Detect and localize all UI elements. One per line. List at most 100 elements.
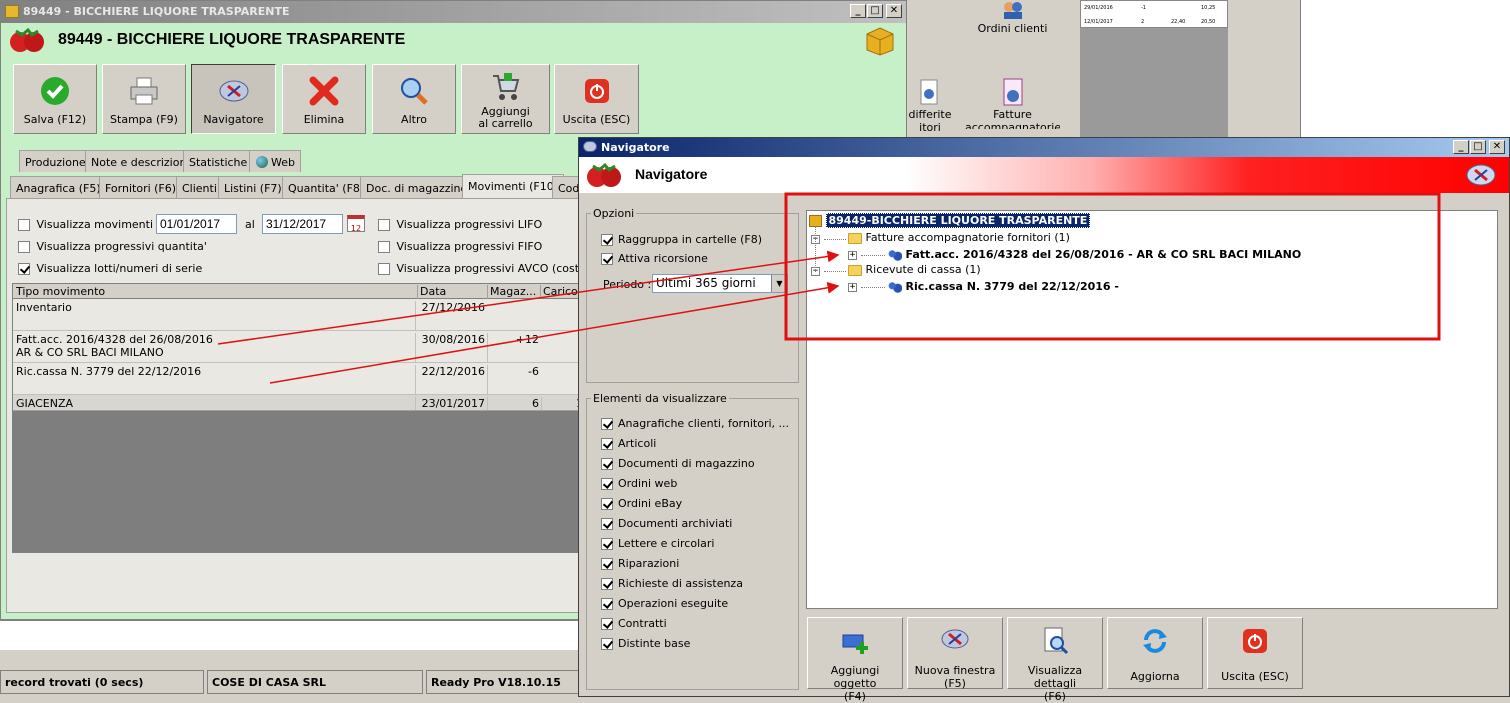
progressive-qty-checkbox[interactable] bbox=[18, 241, 30, 253]
fifo-checkbox[interactable] bbox=[378, 241, 390, 253]
add-object-button[interactable]: Aggiungi oggetto (F4) bbox=[807, 617, 903, 703]
element-checkbox[interactable] bbox=[601, 558, 613, 570]
date-to-input[interactable]: 31/12/2017 bbox=[262, 214, 343, 234]
print-button[interactable]: Stampa (F9) bbox=[102, 64, 186, 134]
navigator-minimize-button[interactable]: _ bbox=[1453, 140, 1469, 154]
navigator-maximize-button[interactable]: □ bbox=[1470, 140, 1486, 154]
navigator-button[interactable]: Navigatore bbox=[191, 64, 276, 134]
fifo-option[interactable]: Visualizza progressivi FIFO bbox=[378, 240, 542, 253]
group-folders-checkbox[interactable] bbox=[601, 234, 613, 246]
save-button[interactable]: Salva (F12) bbox=[13, 64, 97, 134]
element-option[interactable]: Anagrafiche clienti, fornitori, ... bbox=[601, 417, 789, 430]
header-tipo-movimento[interactable]: Tipo movimento bbox=[16, 285, 105, 298]
navigator-exit-button[interactable]: Uscita (ESC) bbox=[1207, 617, 1303, 689]
header-magazzino[interactable]: Magaz... bbox=[487, 285, 536, 299]
tab-movimenti[interactable]: Movimenti (F10) bbox=[462, 174, 565, 198]
differite-shortcut[interactable]: differite itori bbox=[905, 78, 955, 134]
other-button[interactable]: Altro bbox=[372, 64, 456, 134]
tab-note-descrizioni[interactable]: Note e descrizioni bbox=[85, 150, 196, 172]
fatture-shortcut[interactable]: Fatture accompagnatorie bbox=[965, 78, 1060, 129]
tree-folder-node[interactable]: − bbox=[811, 232, 846, 245]
printer-icon bbox=[130, 77, 158, 105]
close-button[interactable]: ✕ bbox=[886, 4, 902, 18]
element-checkbox[interactable] bbox=[601, 418, 613, 430]
tab-web[interactable]: Web bbox=[249, 150, 301, 172]
refresh-button[interactable]: Aggiorna bbox=[1107, 617, 1203, 689]
element-option[interactable]: Documenti archiviati bbox=[601, 517, 732, 530]
tab-fornitori[interactable]: Fornitori (F6) bbox=[99, 176, 183, 198]
element-option[interactable]: Documenti di magazzino bbox=[601, 457, 755, 470]
tree-item-node[interactable]: + Fatt.acc. 2016/4328 del 26/08/2016 - A… bbox=[848, 248, 1301, 261]
element-option[interactable]: Operazioni eseguite bbox=[601, 597, 728, 610]
globe-icon bbox=[256, 156, 268, 168]
table-row[interactable]: Ric.cassa N. 3779 del 22/12/2016 22/12/2… bbox=[13, 363, 583, 395]
table-row[interactable]: Inventario 27/12/2016 bbox=[13, 299, 583, 331]
element-checkbox[interactable] bbox=[601, 598, 613, 610]
new-window-button[interactable]: Nuova finestra (F5) bbox=[907, 617, 1003, 690]
table-row-total[interactable]: GIACENZA 23/01/2017 6 1 bbox=[13, 395, 583, 411]
tree-folder-ricevute[interactable]: Ricevute di cassa (1) bbox=[848, 263, 981, 276]
tree-folder-node[interactable]: − bbox=[811, 264, 846, 277]
avco-option[interactable]: Visualizza progressivi AVCO (costo me bbox=[378, 262, 578, 275]
expand-icon[interactable]: + bbox=[848, 250, 857, 260]
element-checkbox[interactable] bbox=[601, 618, 613, 630]
element-option[interactable]: Distinte base bbox=[601, 637, 690, 650]
tab-clienti[interactable]: Clienti bbox=[176, 176, 223, 198]
period-select[interactable]: Ultimi 365 giorni ▼ bbox=[652, 274, 788, 293]
progressive-qty-option[interactable]: Visualizza progressivi quantita' bbox=[18, 240, 207, 253]
view-details-label: Visualizza dettagli bbox=[1027, 664, 1083, 690]
header-data[interactable]: Data bbox=[417, 285, 446, 299]
view-details-button[interactable]: Visualizza dettagli (F6) bbox=[1007, 617, 1103, 703]
print-button-label: Stampa (F9) bbox=[110, 113, 178, 126]
lots-option[interactable]: Visualizza lotti/numeri di serie bbox=[18, 262, 202, 275]
tab-anagrafica[interactable]: Anagrafica (F5) bbox=[10, 176, 107, 198]
maximize-button[interactable]: □ bbox=[867, 4, 883, 18]
tree-root-node[interactable]: 89449-BICCHIERE LIQUORE TRASPARENTE bbox=[809, 213, 1091, 228]
minimize-button[interactable]: _ bbox=[850, 4, 866, 18]
element-option[interactable]: Articoli bbox=[601, 437, 656, 450]
lifo-checkbox[interactable] bbox=[378, 219, 390, 231]
tab-listini[interactable]: Listini (F7) bbox=[218, 176, 288, 198]
group-folders-option[interactable]: Raggruppa in cartelle (F8) bbox=[601, 233, 762, 246]
element-option[interactable]: Ordini eBay bbox=[601, 497, 682, 510]
exit-button[interactable]: Uscita (ESC) bbox=[554, 64, 639, 134]
tab-doc-magazzino[interactable]: Doc. di magazzino bbox=[360, 176, 474, 198]
tree-folder-fatture[interactable]: Fatture accompagnatorie fornitori (1) bbox=[848, 231, 1070, 244]
show-movements-checkbox[interactable] bbox=[18, 219, 30, 231]
lifo-option[interactable]: Visualizza progressivi LIFO bbox=[378, 218, 542, 231]
navigator-close-button[interactable]: ✕ bbox=[1489, 140, 1505, 154]
calendar-icon[interactable]: 12 bbox=[347, 215, 365, 233]
chevron-down-icon[interactable]: ▼ bbox=[771, 275, 787, 292]
element-option[interactable]: Riparazioni bbox=[601, 557, 679, 570]
element-checkbox[interactable] bbox=[601, 458, 613, 470]
element-checkbox[interactable] bbox=[601, 498, 613, 510]
element-checkbox[interactable] bbox=[601, 518, 613, 530]
element-checkbox[interactable] bbox=[601, 638, 613, 650]
element-checkbox[interactable] bbox=[601, 478, 613, 490]
lots-checkbox[interactable] bbox=[18, 263, 30, 275]
element-option[interactable]: Lettere e circolari bbox=[601, 537, 714, 550]
delete-button[interactable]: Elimina bbox=[282, 64, 366, 134]
element-checkbox[interactable] bbox=[601, 438, 613, 450]
tree-connector-line bbox=[815, 226, 816, 272]
recursion-checkbox[interactable] bbox=[601, 253, 613, 265]
show-movements-option[interactable]: Visualizza movimenti dal bbox=[18, 218, 173, 231]
tab-quantita[interactable]: Quantita' (F8) bbox=[282, 176, 371, 198]
table-row[interactable]: Fatt.acc. 2016/4328 del 26/08/2016 AR & … bbox=[13, 331, 583, 363]
tab-statistiche[interactable]: Statistiche bbox=[183, 150, 254, 172]
date-from-input[interactable]: 01/01/2017 bbox=[156, 214, 237, 234]
ordini-clienti-shortcut[interactable]: Ordini clienti bbox=[975, 0, 1050, 35]
tab-cod[interactable]: Cod bbox=[552, 176, 579, 198]
element-option[interactable]: Ordini web bbox=[601, 477, 677, 490]
header-carico[interactable]: Carico bbox=[540, 285, 578, 299]
element-option[interactable]: Contratti bbox=[601, 617, 667, 630]
add-to-cart-button[interactable]: Aggiungi al carrello bbox=[461, 64, 550, 134]
recursion-option[interactable]: Attiva ricorsione bbox=[601, 252, 708, 265]
tab-produzione[interactable]: Produzione bbox=[19, 150, 92, 172]
expand-icon[interactable]: + bbox=[848, 282, 857, 292]
element-checkbox[interactable] bbox=[601, 538, 613, 550]
element-option[interactable]: Richieste di assistenza bbox=[601, 577, 743, 590]
avco-checkbox[interactable] bbox=[378, 263, 390, 275]
tree-item-node[interactable]: + Ric.cassa N. 3779 del 22/12/2016 - bbox=[848, 280, 1119, 293]
element-checkbox[interactable] bbox=[601, 578, 613, 590]
